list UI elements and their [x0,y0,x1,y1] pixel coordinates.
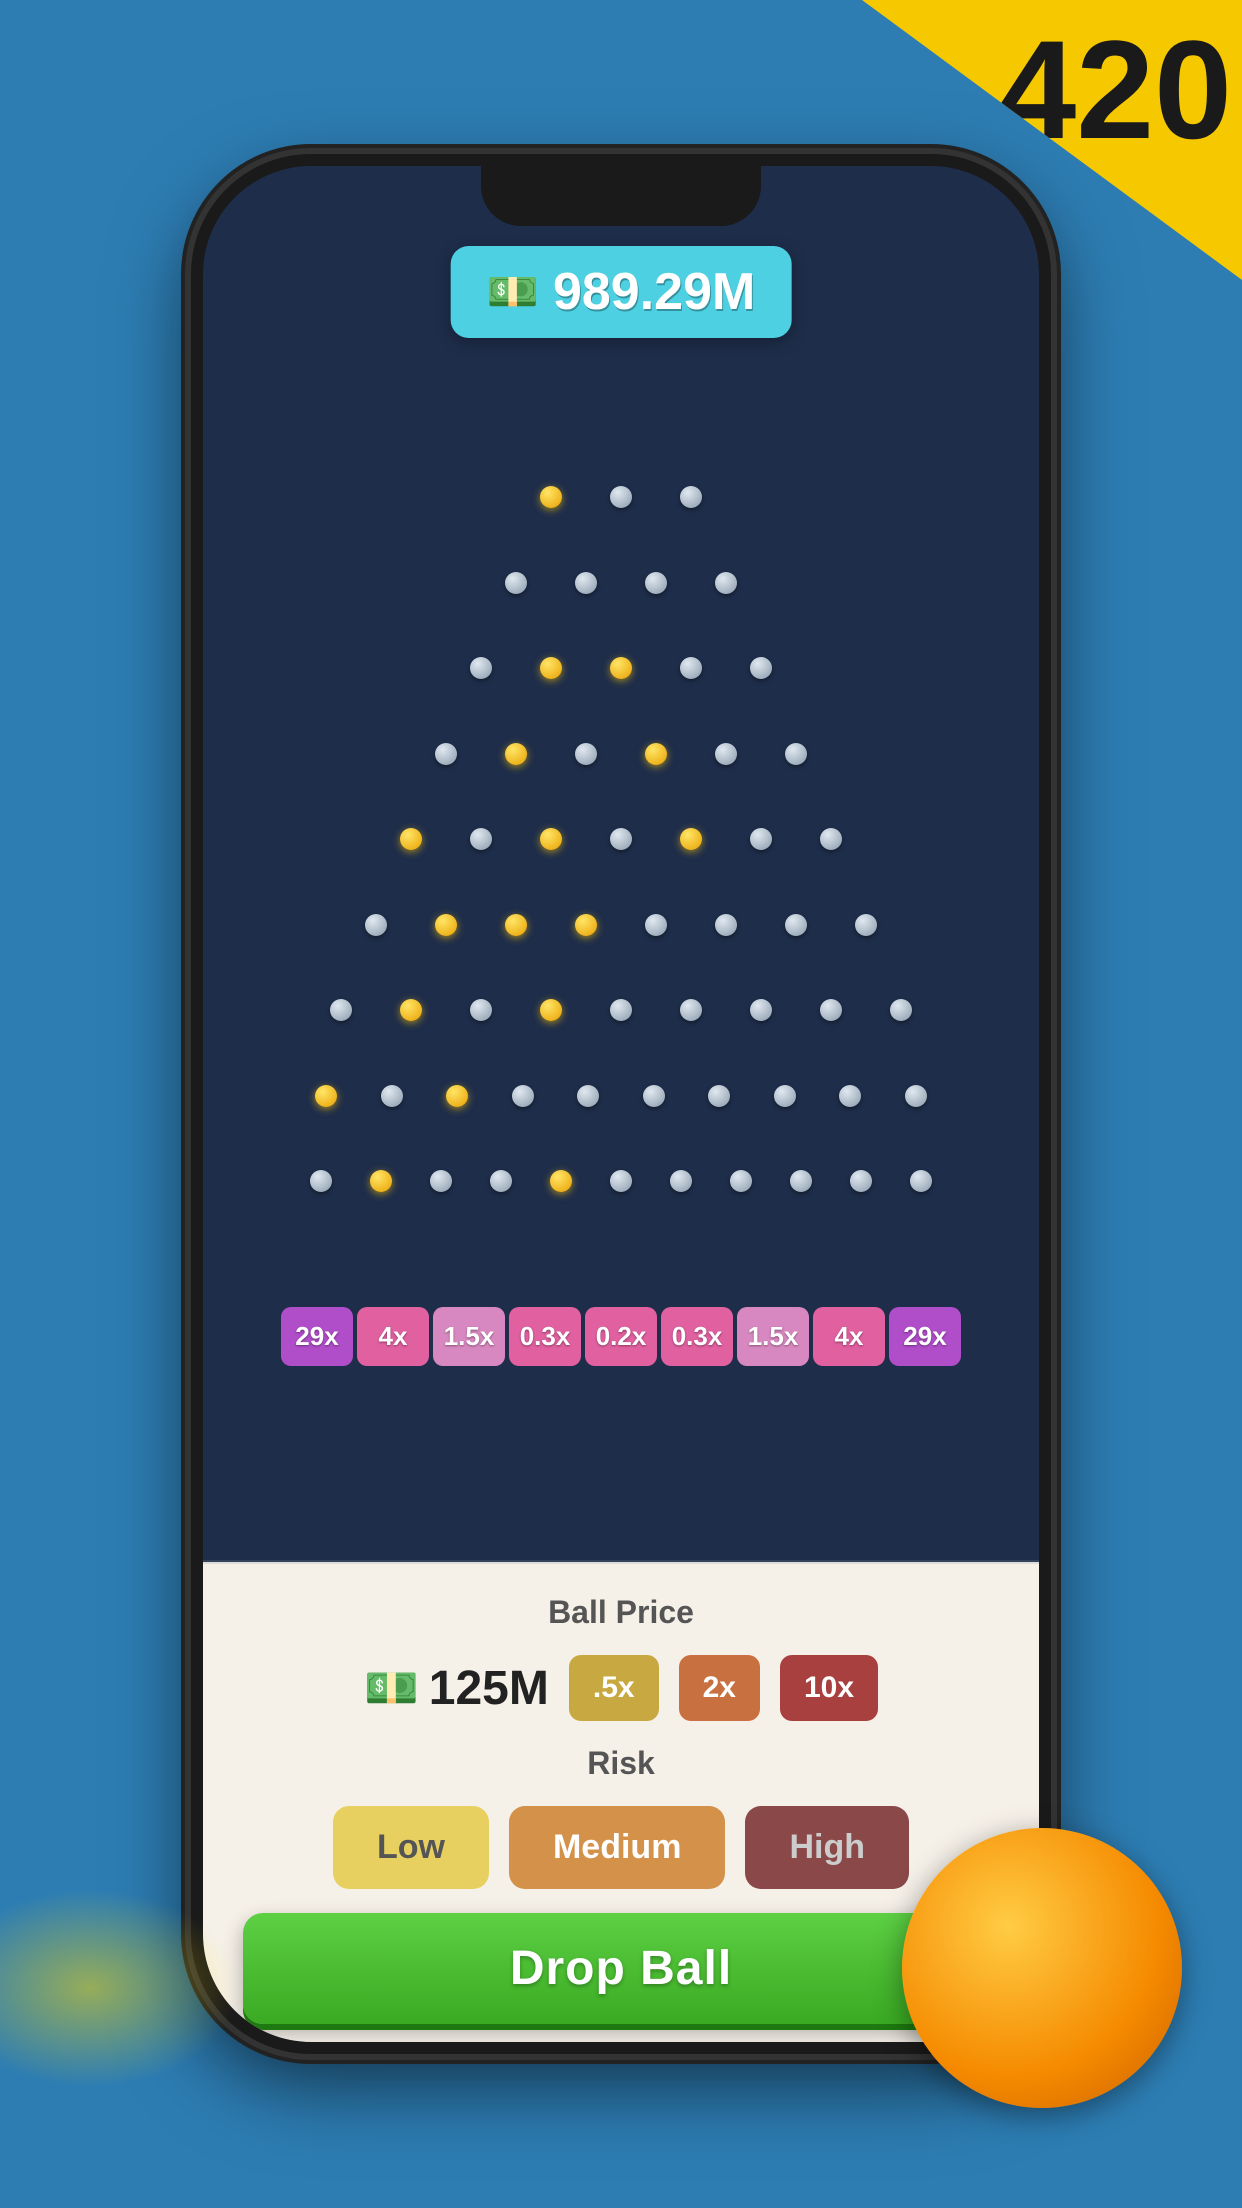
risk-row: Low Medium High [333,1806,909,1889]
peg [820,828,842,850]
peg [310,1170,332,1192]
peg [490,1170,512,1192]
price-icon: 💵 [364,1662,419,1714]
peg [750,828,772,850]
peg [715,914,737,936]
peg [505,572,527,594]
peg [890,999,912,1021]
peg [774,1085,796,1107]
pegs-container: 29x4x1.5x0.3x0.2x0.3x1.5x4x29x [261,466,981,1366]
peg [381,1085,403,1107]
peg [643,1085,665,1107]
peg [370,1170,392,1192]
peg [715,743,737,765]
multiplier-box: 0.2x [585,1307,657,1366]
balance-amount: 989.29M [553,262,755,322]
peg [430,1170,452,1192]
peg [820,999,842,1021]
multiplier-box: 1.5x [433,1307,505,1366]
peg [400,999,422,1021]
peg [575,914,597,936]
balance-box: 💵 989.29M [451,246,792,338]
orange-ball [902,1828,1182,2108]
peg [540,486,562,508]
peg [540,999,562,1021]
peg [645,914,667,936]
multiplier-box: 29x [281,1307,353,1366]
peg [575,743,597,765]
board-area: 29x4x1.5x0.3x0.2x0.3x1.5x4x29x [203,246,1039,1562]
peg [330,999,352,1021]
peg [610,1170,632,1192]
low-risk-button[interactable]: Low [333,1806,489,1889]
peg [470,828,492,850]
peg [610,828,632,850]
ten-x-button[interactable]: 10x [780,1655,878,1721]
peg [708,1085,730,1107]
peg [435,743,457,765]
multiplier-box: 29x [889,1307,961,1366]
multiplier-box: 4x [813,1307,885,1366]
peg [715,572,737,594]
peg [680,657,702,679]
peg [540,657,562,679]
risk-label: Risk [587,1745,655,1782]
peg [365,914,387,936]
high-risk-button[interactable]: High [745,1806,909,1889]
peg [750,657,772,679]
peg [446,1085,468,1107]
peg [790,1170,812,1192]
peg [577,1085,599,1107]
ball-price-row: 💵 125M .5x 2x 10x [243,1655,999,1721]
price-amount: 125M [429,1661,549,1716]
peg [610,486,632,508]
balance-icon: 💵 [487,268,539,317]
peg [839,1085,861,1107]
peg [785,743,807,765]
peg [470,657,492,679]
peg [905,1085,927,1107]
peg [512,1085,534,1107]
multiplier-box: 0.3x [509,1307,581,1366]
peg [505,914,527,936]
badge-number: 420 [998,20,1232,160]
multiplier-row: 29x4x1.5x0.3x0.2x0.3x1.5x4x29x [261,1307,981,1366]
peg [670,1170,692,1192]
peg [850,1170,872,1192]
peg [610,999,632,1021]
peg [645,572,667,594]
peg [315,1085,337,1107]
yellow-glow [0,1888,240,2088]
peg [855,914,877,936]
two-x-button[interactable]: 2x [679,1655,760,1721]
peg [470,999,492,1021]
medium-risk-button[interactable]: Medium [509,1806,725,1889]
peg [750,999,772,1021]
notch [481,166,761,226]
multiplier-box: 1.5x [737,1307,809,1366]
multiplier-box: 4x [357,1307,429,1366]
peg [730,1170,752,1192]
ball-price-label: Ball Price [548,1594,694,1631]
peg [435,914,457,936]
screen: 💵 989.29M 29x4x1.5x0.3x0.2x0.3x1.5x4x29x… [203,166,1039,2042]
peg [785,914,807,936]
peg [645,743,667,765]
peg [505,743,527,765]
peg [540,828,562,850]
peg [550,1170,572,1192]
price-display: 💵 125M [364,1661,549,1716]
drop-ball-button[interactable]: Drop Ball [243,1913,999,2024]
half-x-button[interactable]: .5x [569,1655,659,1721]
phone-frame: 💵 989.29M 29x4x1.5x0.3x0.2x0.3x1.5x4x29x… [191,154,1051,2054]
multiplier-box: 0.3x [661,1307,733,1366]
peg [680,486,702,508]
peg [910,1170,932,1192]
peg [610,657,632,679]
peg [575,572,597,594]
peg [680,828,702,850]
peg [680,999,702,1021]
peg [400,828,422,850]
